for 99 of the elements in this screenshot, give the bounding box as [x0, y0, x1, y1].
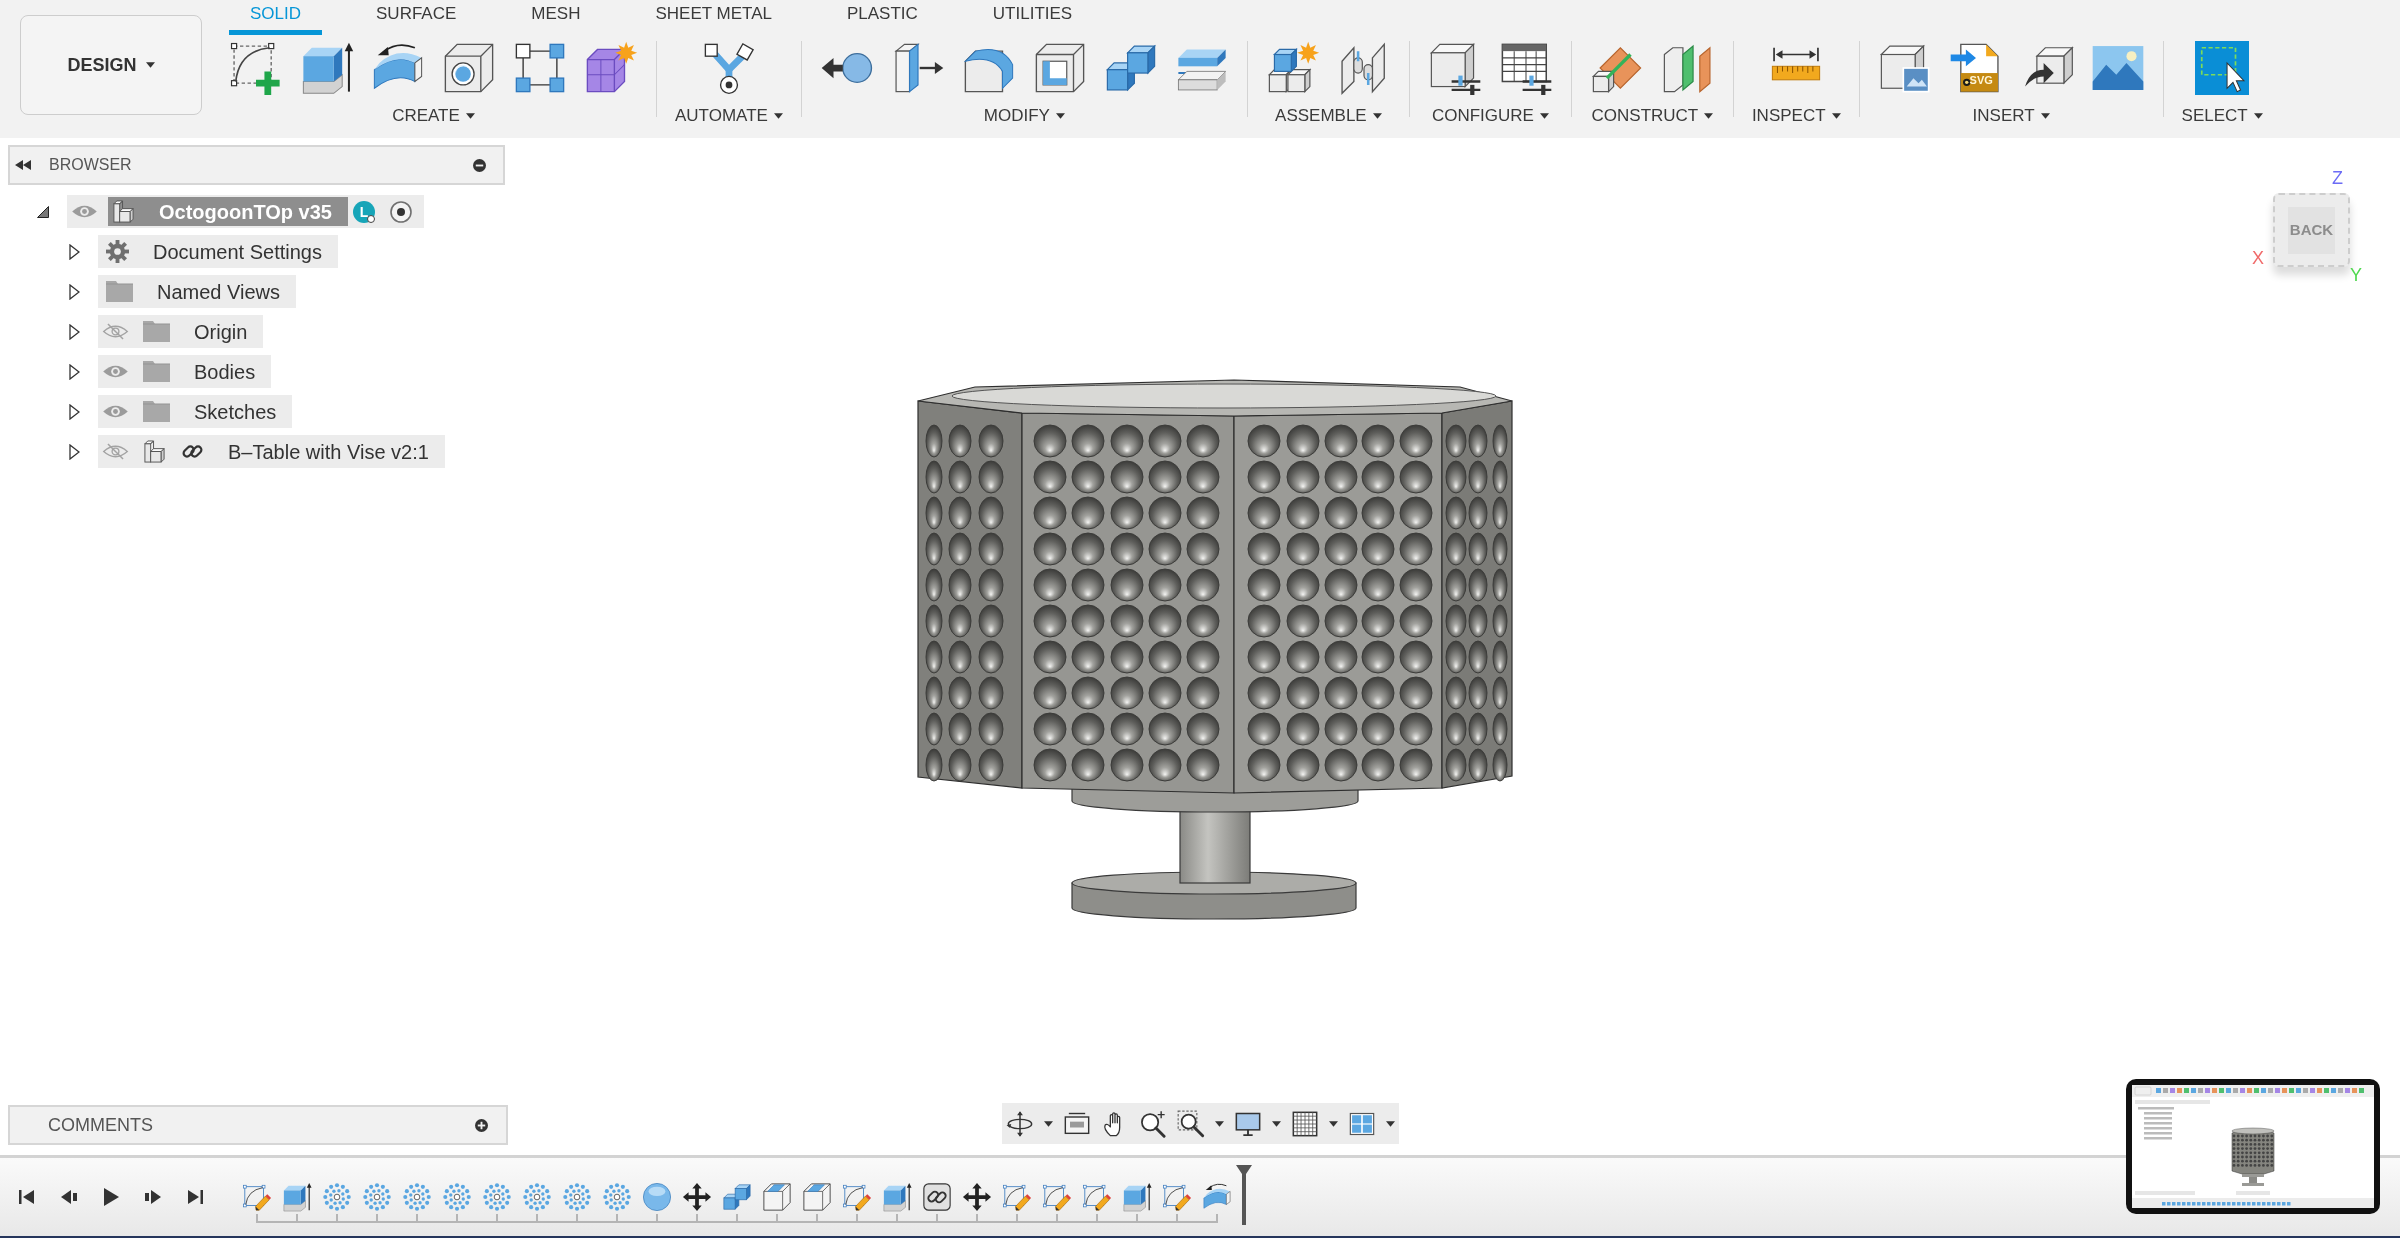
caret-icon[interactable]	[1043, 1120, 1053, 1127]
sketch-pencil-icon[interactable]	[242, 1182, 272, 1212]
folder-icon	[143, 361, 170, 382]
caret-icon[interactable]	[2040, 113, 2050, 119]
menu-dropdown[interactable]: INSERT	[1972, 105, 2050, 127]
select-cursor-icon[interactable]	[2195, 41, 2250, 95]
gear-icon	[106, 240, 129, 263]
menu-dropdown[interactable]: INSPECT	[1751, 105, 1841, 127]
dot-ring-icon[interactable]	[362, 1182, 392, 1212]
panel-title: COMMENTS	[48, 1113, 153, 1137]
radio-button-icon[interactable]	[390, 200, 412, 223]
collapsed-triangle-icon[interactable]	[68, 323, 80, 340]
caret-icon[interactable]	[773, 113, 783, 119]
caret-icon[interactable]	[1214, 1120, 1224, 1127]
caret-icon[interactable]	[145, 62, 155, 68]
caret-icon[interactable]	[1055, 113, 1065, 119]
menu-dropdown[interactable]: MODIFY	[983, 105, 1065, 127]
tree-item[interactable]: Document Settings	[98, 235, 338, 268]
menu-dropdown[interactable]: CONFIGURE	[1431, 105, 1549, 127]
step-back-icon[interactable]	[59, 1187, 79, 1207]
minus-circle-icon[interactable]	[473, 158, 486, 172]
cubes-icon[interactable]	[722, 1182, 752, 1212]
caret-icon[interactable]	[465, 113, 475, 119]
menu-dropdown[interactable]: SELECT	[2181, 105, 2263, 127]
magnifier-box-icon[interactable]	[1176, 1109, 1205, 1138]
caret-icon[interactable]	[2253, 113, 2263, 119]
collapse-arrows-icon[interactable]	[15, 160, 31, 170]
box-arrow-icon[interactable]	[300, 41, 354, 95]
plus-circle-icon[interactable]	[475, 1118, 488, 1132]
toolbar-tab[interactable]: SURFACE	[355, 0, 478, 35]
play-icon[interactable]	[101, 1187, 121, 1207]
cube-corner-icon[interactable]	[762, 1182, 792, 1212]
step-forward-icon[interactable]	[143, 1187, 163, 1207]
sphere-icon[interactable]	[642, 1182, 672, 1212]
folder-icon	[143, 321, 170, 342]
sketch-pencil-icon[interactable]	[1162, 1182, 1192, 1212]
rotate-axis-icon[interactable]	[1005, 1109, 1034, 1138]
sketch-plus-icon[interactable]	[229, 41, 283, 95]
move-arrows-icon[interactable]	[682, 1182, 712, 1212]
magnifier-plus-icon[interactable]	[1138, 1109, 1167, 1138]
axis-label: Z	[2332, 169, 2343, 187]
collapsed-triangle-icon[interactable]	[68, 403, 80, 420]
sketch-pencil-icon[interactable]	[1082, 1182, 1112, 1212]
skip-end-icon[interactable]	[185, 1187, 205, 1207]
collapsed-triangle-icon[interactable]	[68, 243, 80, 260]
screenshot-thumbnail[interactable]	[2126, 1079, 2380, 1214]
timeline-marker[interactable]	[1236, 1165, 1252, 1225]
dot-ring-icon[interactable]	[482, 1182, 512, 1212]
curved-block-icon[interactable]	[1202, 1182, 1232, 1212]
grid-icon[interactable]	[1290, 1109, 1319, 1138]
tree-item[interactable]: Named Views	[98, 275, 297, 308]
dot-ring-icon[interactable]	[402, 1182, 432, 1212]
component-icon	[143, 439, 166, 464]
sketch-pencil-icon[interactable]	[1042, 1182, 1072, 1212]
toolbar-tab[interactable]: SHEET METAL	[634, 0, 793, 35]
caret-icon[interactable]	[1328, 1120, 1338, 1127]
dot-ring-icon[interactable]	[322, 1182, 352, 1212]
folder-icon	[106, 281, 133, 302]
menu-dropdown[interactable]: AUTOMATE	[675, 105, 783, 127]
cube-corner-icon[interactable]	[802, 1182, 832, 1212]
caret-icon[interactable]	[1539, 113, 1549, 119]
caret-icon[interactable]	[1831, 113, 1841, 119]
caret-icon[interactable]	[1271, 1120, 1281, 1127]
folder-icon	[143, 401, 170, 422]
file-type-label: SVG	[1969, 74, 1993, 86]
collapsed-triangle-icon[interactable]	[68, 443, 80, 460]
cube-sparkle-icon[interactable]	[584, 41, 638, 95]
dot-ring-icon[interactable]	[522, 1182, 552, 1212]
box-arrow-icon[interactable]	[882, 1182, 912, 1212]
box-arrow-icon[interactable]	[282, 1182, 312, 1212]
menu-dropdown[interactable]: CREATE	[392, 105, 475, 127]
collapsed-triangle-icon[interactable]	[68, 363, 80, 380]
skip-start-icon[interactable]	[17, 1187, 37, 1207]
panel-title: BROWSER	[49, 155, 132, 175]
box-arrow-icon[interactable]	[1122, 1182, 1152, 1212]
axis-label: Y	[2350, 266, 2362, 284]
move-arrows-icon[interactable]	[962, 1182, 992, 1212]
caret-icon[interactable]	[1372, 113, 1382, 119]
link-box-icon[interactable]	[922, 1182, 952, 1212]
caret-icon[interactable]	[1385, 1120, 1395, 1127]
dot-ring-icon[interactable]	[442, 1182, 472, 1212]
cube-hole-icon[interactable]	[442, 41, 496, 95]
sketch-pencil-icon[interactable]	[842, 1182, 872, 1212]
square-pattern-icon[interactable]	[513, 41, 567, 95]
component-icon	[112, 199, 135, 224]
workspace-dropdown[interactable]: DESIGN	[20, 15, 202, 115]
expanded-triangle-icon[interactable]	[37, 205, 49, 218]
menu-dropdown[interactable]: ASSEMBLE	[1275, 105, 1382, 127]
axis-label: X	[2252, 249, 2264, 267]
caret-icon[interactable]	[1704, 113, 1714, 119]
collapsed-triangle-icon[interactable]	[68, 283, 80, 300]
toolbar-tab[interactable]: PLASTIC	[825, 0, 939, 35]
sketch-pencil-icon[interactable]	[1002, 1182, 1032, 1212]
menu-dropdown[interactable]: CONSTRUCT	[1591, 105, 1714, 127]
dot-ring-icon[interactable]	[562, 1182, 592, 1212]
dot-ring-icon[interactable]	[602, 1182, 632, 1212]
toolbar-tab[interactable]: MESH	[510, 0, 602, 35]
user-badge: L	[353, 200, 375, 223]
toolbar-tab[interactable]: UTILITIES	[971, 0, 1094, 35]
